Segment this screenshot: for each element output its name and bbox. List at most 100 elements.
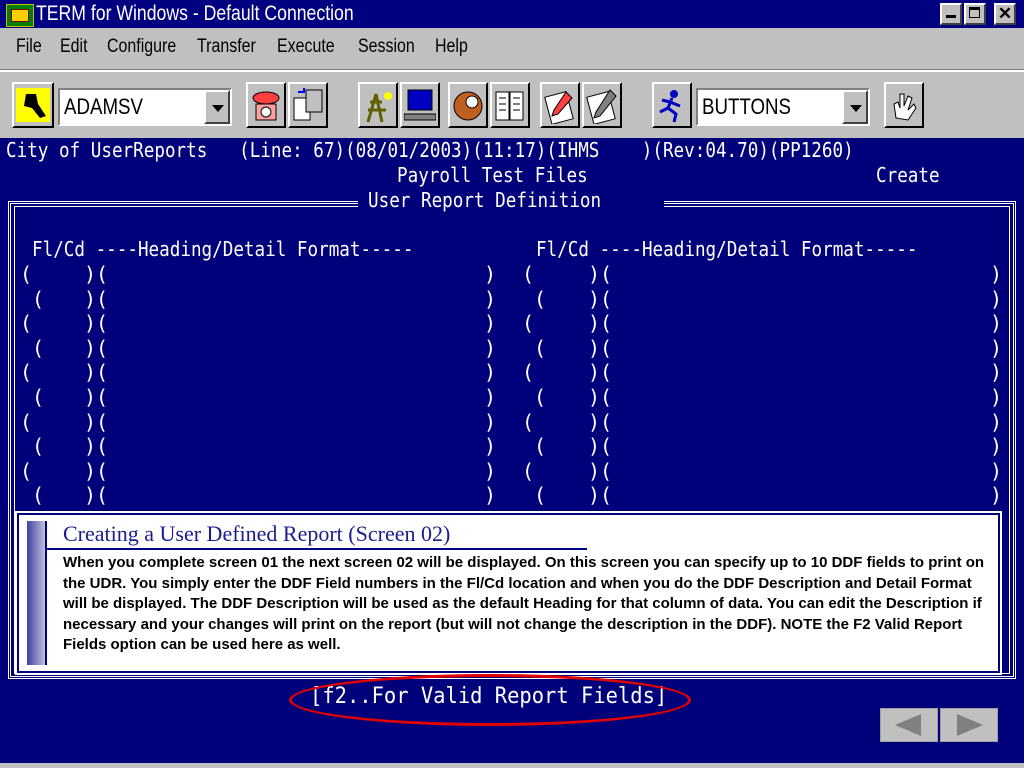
previous-slide-button[interactable]	[880, 708, 938, 742]
field-open-paren: (	[96, 286, 109, 311]
field-entry-row[interactable]: ()()()()	[0, 459, 1024, 483]
field-close-paren: )	[990, 286, 1003, 311]
field-open-paren: (	[20, 409, 33, 434]
minimize-button[interactable]	[940, 3, 962, 25]
field-open-paren: (	[600, 286, 613, 311]
highlight-ellipse	[289, 674, 691, 726]
phone-dial-button[interactable]	[246, 82, 286, 128]
menu-help[interactable]: Help	[435, 36, 468, 58]
maximize-button[interactable]	[964, 3, 986, 25]
connect-plug-icon	[16, 88, 50, 122]
field-entry-row[interactable]: ()()()()	[0, 336, 1024, 360]
field-entry-row[interactable]: ()()()()	[0, 311, 1024, 335]
run-button[interactable]	[652, 82, 692, 128]
field-close-paren: )	[484, 385, 497, 409]
window-bottom-border	[0, 763, 1024, 768]
window-title-bar[interactable]: TERM for Windows - Default Connection ✕	[0, 0, 1024, 28]
field-entry-row[interactable]: ()()()()	[0, 385, 1024, 409]
field-open-paren: (	[600, 458, 613, 483]
field-close-paren: )	[84, 311, 97, 336]
connection-select[interactable]: ADAMSV	[58, 88, 232, 126]
field-open-paren: (	[534, 483, 547, 508]
running-man-icon	[659, 90, 681, 123]
callout-title-underline	[45, 548, 587, 550]
field-close-paren: )	[588, 483, 601, 508]
field-open-paren: (	[20, 262, 33, 286]
computer-icon	[404, 89, 436, 121]
button-bar-select[interactable]: BUTTONS	[696, 88, 870, 126]
field-entry-row[interactable]: ()()()()	[0, 287, 1024, 311]
field-close-paren: )	[484, 262, 497, 286]
explanation-callout: Creating a User Defined Report (Screen 0…	[17, 513, 1000, 673]
field-close-paren: )	[484, 286, 497, 311]
app-icon[interactable]	[6, 4, 34, 27]
menu-edit[interactable]: Edit	[60, 36, 88, 58]
menu-transfer[interactable]: Transfer	[197, 36, 256, 58]
field-open-paren: (	[522, 360, 535, 385]
callout-accent-rule	[45, 521, 47, 665]
chevron-down-icon[interactable]	[204, 90, 230, 124]
field-open-paren: (	[96, 311, 109, 336]
field-close-paren: )	[588, 409, 601, 434]
edit-button[interactable]	[540, 82, 580, 128]
network-button[interactable]	[358, 82, 398, 128]
toolbar: ADAMSV BUTTONS	[0, 70, 1024, 138]
window-title: TERM for Windows - Default Connection	[36, 2, 354, 25]
field-close-paren: )	[84, 335, 97, 360]
chevron-down-icon[interactable]	[842, 90, 868, 124]
field-close-paren: )	[84, 483, 97, 508]
help-button[interactable]	[884, 82, 924, 128]
field-close-paren: )	[484, 434, 497, 459]
record-script-button[interactable]	[448, 82, 488, 128]
field-entry-row[interactable]: ()()()()	[0, 410, 1024, 434]
field-close-paren: )	[484, 335, 497, 360]
field-close-paren: )	[84, 434, 97, 459]
field-entry-row[interactable]: ()()()()	[0, 360, 1024, 384]
field-close-paren: )	[588, 286, 601, 311]
field-open-paren: (	[32, 434, 45, 459]
field-close-paren: )	[84, 262, 97, 286]
menu-execute[interactable]: Execute	[277, 36, 335, 58]
field-close-paren: )	[84, 409, 97, 434]
field-close-paren: )	[484, 458, 497, 483]
field-close-paren: )	[990, 483, 1003, 508]
field-close-paren: )	[588, 262, 601, 286]
field-open-paren: (	[600, 360, 613, 385]
menu-configure[interactable]: Configure	[107, 36, 176, 58]
phonebook-button[interactable]	[490, 82, 530, 128]
connect-button[interactable]	[12, 82, 54, 128]
field-close-paren: )	[588, 311, 601, 336]
field-open-paren: (	[600, 311, 613, 336]
field-open-paren: (	[32, 385, 45, 409]
field-close-paren: )	[84, 360, 97, 385]
field-open-paren: (	[96, 262, 109, 286]
field-close-paren: )	[484, 360, 497, 385]
file-transfer-icon	[293, 88, 323, 121]
menu-session[interactable]: Session	[358, 36, 415, 58]
hand-pointer-icon	[893, 93, 917, 121]
field-open-paren: (	[96, 335, 109, 360]
field-open-paren: (	[96, 409, 109, 434]
field-close-paren: )	[484, 483, 497, 508]
field-close-paren: )	[990, 434, 1003, 459]
field-entry-row[interactable]: ()()()()	[0, 262, 1024, 286]
button-bar-select-value: BUTTONS	[702, 94, 792, 119]
print-button[interactable]	[582, 82, 622, 128]
transfer-files-button[interactable]	[288, 82, 328, 128]
field-entry-row[interactable]: ()()()()	[0, 434, 1024, 458]
close-button[interactable]: ✕	[994, 3, 1016, 25]
next-slide-button[interactable]	[940, 708, 998, 742]
field-entry-row[interactable]: ()()()()	[0, 483, 1024, 507]
field-open-paren: (	[32, 286, 45, 311]
field-open-paren: (	[600, 409, 613, 434]
field-open-paren: (	[32, 335, 45, 360]
field-open-paren: (	[522, 311, 535, 336]
menu-bar: File Edit Configure Transfer Execute Ses…	[0, 28, 1024, 70]
field-open-paren: (	[534, 335, 547, 360]
menu-file[interactable]: File	[16, 36, 42, 58]
field-close-paren: )	[990, 385, 1003, 409]
field-open-paren: (	[96, 458, 109, 483]
computer-button[interactable]	[400, 82, 440, 128]
field-open-paren: (	[32, 483, 45, 508]
field-close-paren: )	[990, 458, 1003, 483]
